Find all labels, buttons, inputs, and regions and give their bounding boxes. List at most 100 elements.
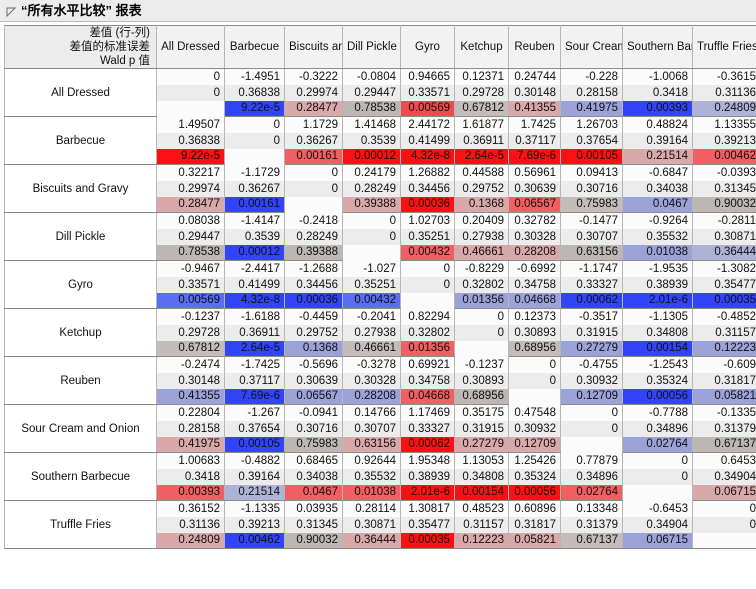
column-header-gyro[interactable]: Gyro	[400, 25, 455, 69]
table-cell-se: 0.31379	[560, 516, 623, 533]
table-cell-diff: -1.267	[224, 404, 285, 421]
table-cell-se: 0.37654	[560, 132, 623, 149]
column-header-reuben[interactable]: Reuben	[508, 25, 561, 69]
table-cell-se: 0.32802	[400, 324, 455, 341]
table-cell-p: 0.75983	[284, 436, 343, 453]
table-cell-se: 0.29974	[284, 84, 343, 101]
table-cell-se: 0.41499	[400, 132, 455, 149]
table-cell-se: 0.34808	[622, 324, 693, 341]
table-cell-p: 9.22e-5	[156, 148, 225, 165]
table-cell-p: 0.67812	[454, 100, 509, 117]
table-cell-se: 0.36838	[224, 84, 285, 101]
table-cell-diff: 0	[622, 452, 693, 469]
table-cell-se: 0.39213	[692, 132, 756, 149]
table-cell-diff: -0.0941	[284, 404, 343, 421]
table-cell-diff: -1.1747	[560, 260, 623, 277]
table-cell-p: 0.06567	[284, 388, 343, 405]
table-row: Ketchup -0.1237 -1.6188 -0.4459 -0.2041 0.822…	[4, 308, 756, 357]
table-cell-p: 0.00569	[400, 100, 455, 117]
column-header-truffle-fries[interactable]: Truffle Fries	[692, 25, 756, 69]
table-cell-diff: -0.609	[692, 356, 756, 373]
table-cell-p: 0.12709	[508, 436, 561, 453]
row-header-southern-barbecue[interactable]: Southern Barbecue	[4, 452, 157, 501]
table-cell-diff: 0.13348	[560, 500, 623, 517]
table-cell-p: 0.00056	[622, 388, 693, 405]
table-cell-se: 0.37654	[224, 420, 285, 437]
row-header-barbecue[interactable]: Barbecue	[4, 116, 157, 165]
table-cell-se: 0.30639	[284, 372, 343, 389]
table-cell-diff: 1.26703	[560, 116, 623, 133]
row-header-gyro[interactable]: Gyro	[4, 260, 157, 309]
table-cell-p: 0.36444	[342, 532, 401, 549]
table-cell-diff: 1.1729	[284, 116, 343, 133]
corner-header-line-wald-p: Wald p 值	[99, 55, 150, 67]
column-header-southern-barbecue[interactable]: Southern Barbecue	[622, 25, 693, 69]
table-cell-se: 0.37117	[508, 132, 561, 149]
table-cell-diff: -0.3222	[284, 68, 343, 85]
table-cell-p: 0.28477	[156, 196, 225, 213]
table-cell-se: 0.30871	[692, 228, 756, 245]
table-cell-diff: -0.2474	[156, 356, 225, 373]
column-header-ketchup[interactable]: Ketchup	[454, 25, 509, 69]
table-cell-diff: -0.1237	[156, 308, 225, 325]
row-header-sour-cream-and-onion[interactable]: Sour Cream and Onion	[4, 404, 157, 453]
table-cell-p: 0.39388	[284, 244, 343, 261]
table-cell-se: 0	[400, 276, 455, 293]
table-cell-diff: 0.92644	[342, 452, 401, 469]
table-cell-diff: -0.3517	[560, 308, 623, 325]
table-cell-diff: 0	[454, 308, 509, 325]
table-cell-diff: -1.7425	[224, 356, 285, 373]
column-header-all-dressed[interactable]: All Dressed	[156, 25, 225, 69]
report-titlebar: “所有水平比较” 报表	[0, 0, 756, 22]
table-cell-diff: 0	[284, 164, 343, 181]
table-cell-diff: 2.44172	[400, 116, 455, 133]
row-header-biscuits-and-gravy[interactable]: Biscuits and Gravy	[4, 164, 157, 213]
table-cell-se: 0	[224, 132, 285, 149]
row-header-reuben[interactable]: Reuben	[4, 356, 157, 405]
column-header-barbecue[interactable]: Barbecue	[224, 25, 285, 69]
table-cell-p: 0.05821	[508, 532, 561, 549]
table-cell-empty	[284, 196, 343, 213]
row-header-dill-pickle[interactable]: Dill Pickle	[4, 212, 157, 261]
table-cell-se: 0	[342, 228, 401, 245]
table-cell-diff: -0.2811	[692, 212, 756, 229]
table-cell-diff: 0.48824	[622, 116, 693, 133]
table-cell-se: 0.31157	[454, 516, 509, 533]
column-header-dill-pickle[interactable]: Dill Pickle	[342, 25, 401, 69]
table-cell-diff: 1.00683	[156, 452, 225, 469]
column-header-sour-cream-and-onion[interactable]: Sour Cream and Onion	[560, 25, 623, 69]
table-cell-p: 2.64e-5	[454, 148, 509, 165]
table-cell-p: 0.00161	[284, 148, 343, 165]
table-cell-p: 0.67137	[560, 532, 623, 549]
row-header-all-dressed[interactable]: All Dressed	[4, 68, 157, 117]
table-cell-diff: 0	[560, 404, 623, 421]
table-cell-diff: 1.13053	[454, 452, 509, 469]
table-cell-se: 0.30148	[156, 372, 225, 389]
table-cell-diff: -0.3278	[342, 356, 401, 373]
table-cell-se: 0.30716	[560, 180, 623, 197]
table-cell-se: 0.35251	[400, 228, 455, 245]
report-window: “所有水平比较” 报表 差值 (行-列) 差值的标准误差 Wald p 值 Al…	[0, 0, 756, 589]
table-cell-p: 0.27279	[454, 436, 509, 453]
table-cell-diff: -1.9535	[622, 260, 693, 277]
table-cell-se: 0	[692, 516, 756, 533]
table-cell-diff: 0	[400, 260, 455, 277]
table-cell-p: 0.00161	[224, 196, 285, 213]
row-header-ketchup[interactable]: Ketchup	[4, 308, 157, 357]
table-cell-se: 0.38939	[622, 276, 693, 293]
table-cell-se: 0.33571	[156, 276, 225, 293]
table-cell-p: 0.00105	[224, 436, 285, 453]
table-cell-diff: 0.77879	[560, 452, 623, 469]
table-cell-diff: 0.56961	[508, 164, 561, 181]
row-header-truffle-fries[interactable]: Truffle Fries	[4, 500, 157, 549]
table-cell-se: 0.30893	[508, 324, 561, 341]
table-cell-se: 0.29728	[156, 324, 225, 341]
table-cell-p: 0.06715	[622, 532, 693, 549]
table-cell-p: 0.02764	[622, 436, 693, 453]
table-cell-se: 0.32802	[454, 276, 509, 293]
table-cell-se: 0.35532	[622, 228, 693, 245]
table-cell-diff: 1.25426	[508, 452, 561, 469]
column-header-biscuits-and-gravy[interactable]: Biscuits and Gravy	[284, 25, 343, 69]
triangle-collapse-icon[interactable]	[4, 4, 18, 18]
table-cell-se: 0.29752	[454, 180, 509, 197]
